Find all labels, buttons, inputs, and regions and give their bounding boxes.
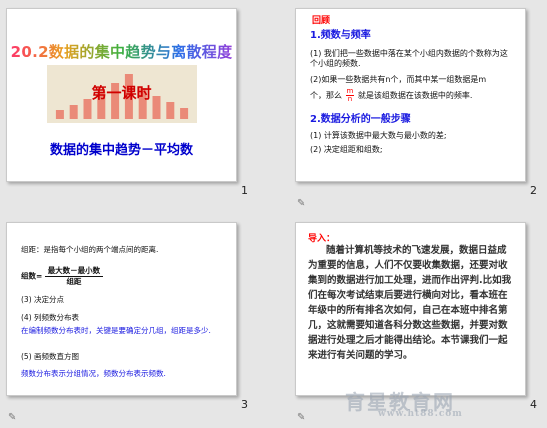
speaker-notes-icon[interactable]: ✎	[297, 412, 305, 423]
step-2: (2) 决定组距和组数;	[310, 145, 383, 154]
slide-canvas[interactable]: 20.2数据的集中趋势与离散程度 第一课时 数据的集中趋势－平均数	[6, 8, 237, 182]
slide-thumbnail-2[interactable]: 回顾 1.频数与频率 (1) 我们把一些数据中落在某个小组内数据的个数称为这个小…	[295, 8, 547, 214]
chart-bar	[180, 108, 189, 119]
formula-fraction: 最大数－最小数 组距	[44, 266, 104, 287]
section-heading-review: 回顾	[312, 16, 331, 26]
speaker-notes-icon[interactable]: ✎	[8, 412, 16, 423]
frequency-definition: (1) 我们把一些数据中落在某个小组内数据的个数称为这个小组的频数.	[310, 49, 508, 69]
slide-title: 20.2数据的集中趋势与离散程度	[7, 41, 236, 62]
frequency-rate-suffix: 就是该组数据在该数据中的频率.	[357, 91, 473, 100]
fraction-denominator: n	[347, 95, 353, 103]
slide-thumbnail-3[interactable]: 组距：是指每个小组的两个端点间的距离. 组数= 最大数－最小数 组距 (3) 决…	[6, 222, 262, 428]
slide-number: 1	[241, 184, 248, 197]
fraction-m-over-n: m n	[345, 88, 355, 103]
frequency-rate-prefix: 个，那么	[310, 91, 342, 100]
intro-paragraph: 随着计算机等技术的飞速发展，数据日益成为重要的信息，人们不仅要收集数据，还要对收…	[308, 245, 512, 361]
step-3: (3) 决定分点	[21, 295, 65, 304]
step-4-note: 在编制频数分布表时，关键是要确定分几组，组距是多少.	[21, 326, 211, 335]
frequency-rate-line-1: (2)如果一些数据共有n个，而其中某一组数据是m	[310, 75, 487, 84]
class-width-definition: 组距：是指每个小组的两个端点间的距离.	[21, 245, 159, 254]
section-analysis-steps-title: 2.数据分析的一般步骤	[310, 114, 411, 125]
formula-denominator: 组距	[66, 276, 82, 286]
slide-subtitle: 数据的集中趋势－平均数	[49, 143, 193, 158]
chart-bar	[166, 102, 175, 119]
formula-numerator: 最大数－最小数	[44, 266, 104, 277]
slide-thumbnail-1[interactable]: 20.2数据的集中趋势与离散程度 第一课时 数据的集中趋势－平均数 1	[6, 8, 262, 214]
slide-canvas[interactable]: 导入： 随着计算机等技术的飞速发展，数据日益成为重要的信息，人们不仅要收集数据，…	[295, 222, 526, 396]
class-count-formula: 组数= 最大数－最小数 组距	[21, 266, 104, 287]
section-frequency-title: 1.频数与频率	[310, 30, 371, 41]
step-1: (1) 计算该数据中最大数与最小数的差;	[310, 131, 447, 140]
chart-bar	[69, 105, 78, 119]
slide-canvas[interactable]: 组距：是指每个小组的两个端点间的距离. 组数= 最大数－最小数 组距 (3) 决…	[6, 222, 237, 396]
slide-canvas[interactable]: 回顾 1.频数与频率 (1) 我们把一些数据中落在某个小组内数据的个数称为这个小…	[295, 8, 526, 182]
speaker-notes-icon[interactable]: ✎	[297, 198, 305, 209]
chart-bar	[55, 110, 64, 119]
site-watermark-url: www.ht88.com	[378, 409, 463, 419]
formula-label: 组数=	[21, 271, 43, 281]
slide-number: 3	[241, 398, 248, 411]
step-5: (5) 画频数直方图	[21, 352, 80, 361]
slide-number: 2	[530, 184, 537, 197]
frequency-rate-line-2: 个，那么 m n 就是该组数据在该数据中的频率.	[310, 88, 525, 103]
step-4: (4) 列频数分布表	[21, 313, 80, 322]
step-5-note: 频数分布表示分组情况，频数分布表示频数.	[21, 369, 166, 378]
slide-number: 4	[530, 398, 537, 411]
lesson-label: 第一课时	[91, 84, 152, 102]
